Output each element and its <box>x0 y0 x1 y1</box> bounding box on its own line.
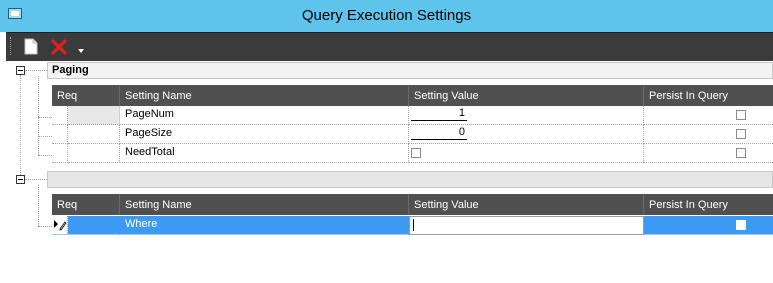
dropdown-arrow-icon[interactable] <box>76 46 86 56</box>
req-cell[interactable] <box>68 216 120 235</box>
column-header-setting-name[interactable]: Setting Name <box>120 85 409 106</box>
table-row[interactable]: PageNum 1 <box>52 106 773 125</box>
collapse-group-button[interactable] <box>16 175 25 184</box>
persist-cell[interactable] <box>644 106 773 125</box>
table-row[interactable]: PageSize 0 <box>52 125 773 144</box>
setting-value-cell[interactable] <box>409 144 644 163</box>
setting-value-cell[interactable]: 1 <box>409 106 644 125</box>
setting-name-cell[interactable]: PageNum <box>120 106 409 125</box>
column-header-setting-value[interactable]: Setting Value <box>409 85 644 106</box>
tree-line <box>38 226 52 227</box>
group-name: Paging <box>52 64 89 76</box>
row-indicator[interactable] <box>52 106 68 125</box>
tree-line <box>20 75 21 177</box>
row-indicator[interactable] <box>52 125 68 144</box>
delete-x-icon[interactable] <box>50 38 68 56</box>
text-caret <box>413 219 414 231</box>
setting-value-checkbox[interactable] <box>411 148 421 158</box>
tree-line <box>25 70 47 71</box>
persist-cell[interactable] <box>644 125 773 144</box>
column-header-req[interactable]: Req <box>52 194 120 215</box>
setting-value-input[interactable] <box>409 216 644 235</box>
setting-value-number[interactable]: 0 <box>411 126 467 140</box>
tree-line <box>25 179 47 180</box>
tree-line <box>38 136 52 137</box>
persist-cell[interactable] <box>644 144 773 163</box>
req-cell[interactable] <box>68 125 120 144</box>
toolbar-grip[interactable] <box>10 37 15 55</box>
setting-value-number[interactable]: 1 <box>411 107 467 121</box>
toolbar <box>6 32 773 61</box>
group-header-paging[interactable]: Paging <box>47 62 773 79</box>
persist-checkbox[interactable] <box>736 220 746 230</box>
persist-checkbox[interactable] <box>736 110 746 120</box>
setting-name-cell[interactable]: Where <box>120 216 409 235</box>
persist-cell[interactable] <box>644 216 773 235</box>
title-bar: Query Execution Settings <box>0 0 773 32</box>
setting-value-cell[interactable]: 0 <box>409 125 644 144</box>
column-header-req[interactable]: Req <box>52 85 120 106</box>
persist-checkbox[interactable] <box>736 148 746 158</box>
column-header-setting-name[interactable]: Setting Name <box>120 194 409 215</box>
window-title: Query Execution Settings <box>301 7 472 24</box>
tree-line <box>38 185 39 226</box>
group-header[interactable] <box>47 171 773 188</box>
tree-line <box>38 155 52 156</box>
collapse-group-paging-button[interactable] <box>16 66 25 75</box>
grid-header: Req Setting Name Setting Value Persist I… <box>52 85 773 106</box>
tree-line <box>38 117 52 118</box>
column-header-persist-in-query[interactable]: Persist In Query <box>644 194 773 215</box>
req-cell[interactable] <box>68 106 120 125</box>
setting-name-cell[interactable]: PageSize <box>120 125 409 144</box>
row-indicator[interactable] <box>52 216 68 235</box>
req-cell[interactable] <box>68 144 120 163</box>
persist-checkbox[interactable] <box>736 129 746 139</box>
table-row[interactable]: NeedTotal <box>52 144 773 163</box>
column-header-persist-in-query[interactable]: Persist In Query <box>644 85 773 106</box>
tree-line <box>38 76 39 155</box>
row-indicator[interactable] <box>52 144 68 163</box>
column-header-setting-value[interactable]: Setting Value <box>409 194 644 215</box>
new-document-icon[interactable] <box>24 38 38 55</box>
grid-header: Req Setting Name Setting Value Persist I… <box>52 194 773 215</box>
edit-pencil-icon <box>54 220 67 231</box>
setting-name-cell[interactable]: NeedTotal <box>120 144 409 163</box>
